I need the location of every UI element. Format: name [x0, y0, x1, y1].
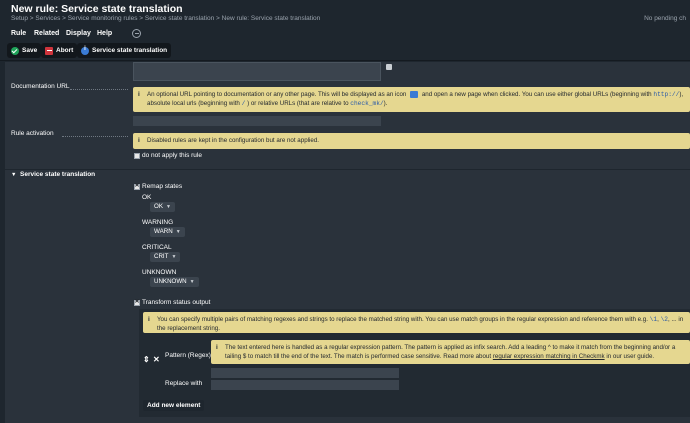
- state-warning-label: WARNING: [142, 219, 174, 226]
- label-dots: [62, 136, 128, 137]
- chevron-down-icon: ▼: [171, 254, 177, 260]
- info-icon: i: [216, 344, 218, 351]
- regex-docs-link[interactable]: regular expression matching in Checkmk: [493, 353, 605, 360]
- info-icon: i: [138, 137, 140, 144]
- toolbar: Save Abort Service state translation: [0, 41, 690, 61]
- abort-button[interactable]: Abort: [41, 43, 78, 58]
- state-ok-select[interactable]: OK ▼: [150, 202, 175, 212]
- disable-rule-checkbox[interactable]: [134, 153, 140, 159]
- breadcrumb[interactable]: Setup > Services > Service monitoring ru…: [11, 15, 320, 22]
- delete-icon[interactable]: ✕: [153, 355, 160, 364]
- save-label: Save: [22, 47, 38, 54]
- title-bar: New rule: Service state translation Setu…: [0, 0, 690, 27]
- state-critical-label: CRITICAL: [142, 244, 172, 251]
- replace-label: Replace with: [165, 380, 203, 387]
- state-warning-select[interactable]: WARN ▼: [150, 227, 185, 237]
- chevron-down-icon: ▼: [189, 279, 195, 285]
- transform-output-label: Transform status output: [142, 299, 211, 306]
- pattern-help: i The text entered here is handled as a …: [211, 340, 690, 364]
- state-critical-select[interactable]: CRIT ▼: [150, 252, 181, 262]
- menu-help[interactable]: Help: [97, 30, 112, 37]
- documentation-help: i An optional URL pointing to documentat…: [133, 87, 690, 112]
- collapse-menu-icon[interactable]: [132, 29, 141, 38]
- transform-help: i You can specify multiple pairs of matc…: [143, 312, 690, 333]
- menu-rule[interactable]: Rule: [11, 30, 26, 37]
- info-button-label: Service state translation: [92, 47, 168, 54]
- page-title: New rule: Service state translation: [11, 3, 183, 15]
- menu-related[interactable]: Related: [34, 30, 59, 37]
- pending-changes[interactable]: No pending ch: [644, 15, 686, 22]
- checkmark-icon: [11, 46, 19, 55]
- remap-states-label: Remap states: [142, 183, 183, 190]
- chevron-down-icon: ▼: [165, 204, 171, 210]
- disable-rule-label: do not apply this rule: [142, 152, 202, 159]
- remap-states-checkbox[interactable]: [134, 182, 140, 190]
- description-textarea[interactable]: [133, 62, 381, 81]
- resize-icon[interactable]: [386, 64, 392, 70]
- state-unknown-select[interactable]: UNKNOWN ▼: [150, 277, 199, 287]
- state-unknown-label: UNKNOWN: [142, 269, 177, 276]
- service-state-translation-button[interactable]: Service state translation: [77, 43, 172, 58]
- menu-bar: Rule Related Display Help: [0, 27, 690, 41]
- info-icon: i: [138, 91, 140, 98]
- section-header[interactable]: ▼ Service state translation: [5, 169, 690, 179]
- chevron-down-icon: ▼: [175, 229, 181, 235]
- move-icon[interactable]: ⇕: [143, 355, 150, 364]
- replace-input[interactable]: [211, 380, 399, 390]
- abort-label: Abort: [56, 47, 74, 54]
- state-ok-label: OK: [142, 194, 152, 201]
- documentation-url-input[interactable]: [133, 116, 381, 126]
- save-button[interactable]: Save: [7, 43, 42, 58]
- info-icon: i: [148, 316, 150, 323]
- documentation-url-label: Documentation URL: [11, 83, 70, 90]
- pattern-input[interactable]: [211, 368, 399, 378]
- abort-icon: [45, 46, 53, 55]
- add-new-element-button[interactable]: Add new element: [143, 400, 205, 411]
- collapse-triangle-icon[interactable]: ▼: [11, 172, 16, 178]
- transform-output-checkbox[interactable]: [134, 298, 140, 306]
- section-title: Service state translation: [20, 171, 96, 178]
- activation-help: i Disabled rules are kept in the configu…: [133, 133, 690, 149]
- info-icon: [81, 46, 89, 55]
- label-dots: [70, 89, 128, 90]
- rule-activation-label: Rule activation: [11, 130, 54, 137]
- pattern-label: Pattern (Regex): [165, 352, 211, 359]
- menu-display[interactable]: Display: [66, 30, 91, 37]
- link-icon: [410, 90, 419, 98]
